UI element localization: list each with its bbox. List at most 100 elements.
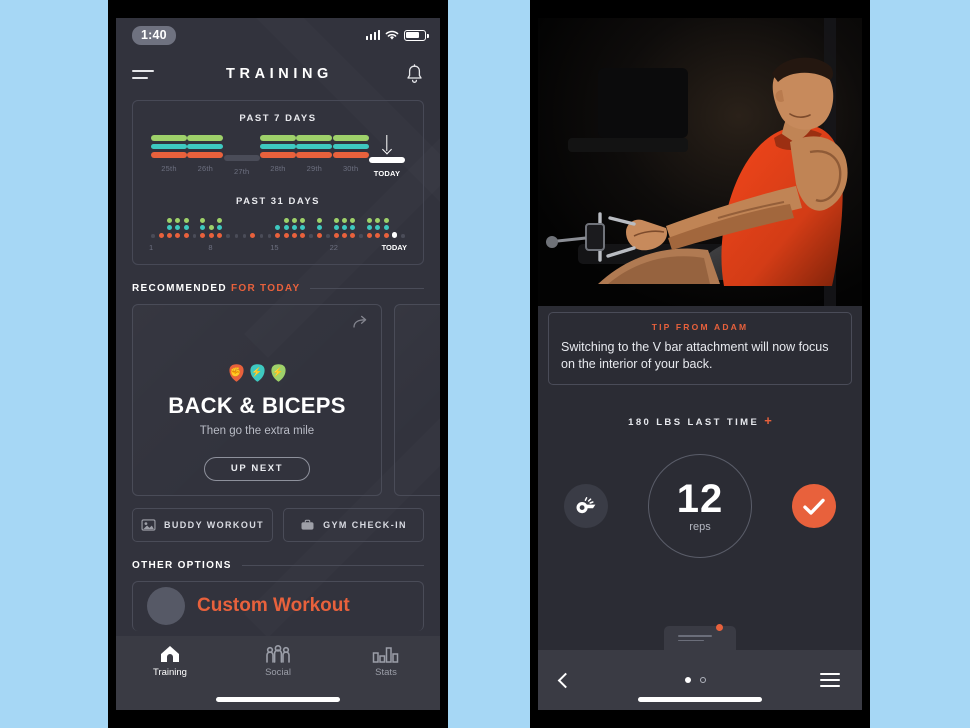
seated-cable-row-illustration [538, 18, 862, 306]
complete-set-button[interactable] [792, 484, 836, 528]
workout-card-next-peek[interactable] [394, 303, 440, 496]
month-day-24[interactable] [341, 217, 349, 238]
hamburger-menu-icon[interactable] [820, 673, 840, 687]
month-day-29[interactable] [382, 217, 390, 238]
hamburger-menu-icon[interactable] [132, 69, 154, 79]
tab-social[interactable]: Social [239, 644, 317, 678]
bar-orange [332, 152, 369, 158]
recommended-section-header: RECOMMENDED FOR TODAY [132, 283, 424, 294]
up-next-button[interactable]: UP NEXT [203, 456, 311, 481]
month-day-1[interactable] [149, 234, 157, 238]
month-day-14[interactable] [257, 234, 265, 238]
dot-teal [367, 225, 373, 230]
rep-controls: 12 reps [548, 454, 852, 558]
month-day-3[interactable] [166, 217, 174, 238]
page-indicator [685, 677, 706, 683]
month-day-11[interactable] [232, 234, 240, 238]
month-day-21[interactable] [316, 217, 324, 238]
whistle-button[interactable] [564, 484, 608, 528]
month-day-10[interactable] [224, 234, 232, 238]
month-day-15[interactable] [266, 234, 274, 238]
week-day-25th[interactable]: 25th [151, 135, 187, 178]
left-screen: 1:40 TRAINING PAST 7 DAYS 25th 26th 27th… [116, 18, 440, 710]
home-icon [161, 646, 179, 662]
month-day-13[interactable] [249, 232, 257, 238]
custom-workout-row[interactable]: Custom Workout [132, 580, 424, 631]
month-day-16[interactable] [274, 225, 282, 238]
rep-count-unit: reps [689, 520, 711, 533]
month-label-15: 15 [270, 242, 279, 252]
month-day-5[interactable] [182, 217, 190, 238]
workout-subtitle: Then go the extra mile [199, 424, 315, 437]
share-arrow-icon[interactable] [352, 315, 369, 329]
month-day-31[interactable] [399, 234, 407, 238]
month-day-8[interactable] [207, 225, 215, 238]
buddy-workout-button[interactable]: BUDDY WORKOUT [132, 507, 273, 542]
workout-card-back-and-biceps[interactable]: ✊ ⚡ ⚡ BACK & BICEPS Then go the extra mile… [132, 303, 382, 496]
home-indicator[interactable] [638, 697, 762, 702]
dot-green [283, 217, 289, 223]
month-day-12[interactable] [241, 234, 249, 238]
recommended-label: RECOMMENDED FOR TODAY [132, 282, 301, 294]
week-day-26th[interactable]: 26th [187, 135, 224, 178]
month-day-25[interactable] [349, 217, 357, 238]
right-screen: TIP FROM ADAM Switching to the V bar att… [538, 18, 862, 710]
dot-orange [342, 232, 348, 238]
add-weight-icon[interactable]: + [764, 413, 772, 428]
week-day-29th[interactable]: 29th [296, 135, 333, 178]
tab-social-label: Social [265, 667, 291, 678]
week-day-label: 27th [233, 166, 250, 176]
home-indicator[interactable] [216, 697, 340, 702]
dot-empty [267, 234, 272, 238]
dot-orange [200, 232, 206, 238]
workout-carousel[interactable]: ✊ ⚡ ⚡ BACK & BICEPS Then go the extra mile… [132, 303, 440, 496]
gym-check-in-button[interactable]: GYM CHECK-IN [283, 507, 424, 542]
dot-empty [259, 234, 264, 238]
month-day-9[interactable] [216, 217, 224, 238]
dot-teal [283, 225, 289, 230]
bar-orange [296, 152, 333, 158]
dot-teal [275, 225, 281, 230]
last-time-weight[interactable]: 180 LBS LAST TIME + [548, 413, 852, 428]
dot-green [383, 217, 389, 223]
month-day-28[interactable] [374, 217, 382, 238]
month-day-17[interactable] [282, 217, 290, 238]
month-day-30[interactable] [391, 232, 399, 238]
week-day-today[interactable]: TODAY [368, 135, 405, 178]
past-7-days-title: PAST 7 DAYS [239, 113, 317, 124]
month-day-19[interactable] [299, 217, 307, 238]
chevron-left-icon[interactable] [557, 672, 574, 688]
rep-counter[interactable]: 12 reps [648, 454, 752, 558]
tab-training[interactable]: Training [131, 644, 209, 678]
month-day-22[interactable] [324, 234, 332, 238]
month-day-4[interactable] [174, 217, 182, 238]
month-day-27[interactable] [366, 217, 374, 238]
tab-stats[interactable]: Stats [347, 644, 425, 678]
bar-teal [187, 143, 224, 149]
month-day-26[interactable] [357, 234, 365, 238]
month-day-6[interactable] [191, 234, 199, 238]
section-divider [310, 287, 424, 289]
page-dot-1[interactable] [685, 677, 691, 683]
tip-card: TIP FROM ADAM Switching to the V bar att… [548, 312, 852, 385]
recommended-accent: FOR TODAY [230, 282, 301, 294]
dot-green [175, 217, 181, 223]
page-dot-2[interactable] [700, 677, 706, 683]
month-day-7[interactable] [199, 217, 207, 238]
week-day-28th[interactable]: 28th [259, 135, 296, 178]
dot-empty [326, 234, 330, 238]
month-day-20[interactable] [307, 234, 315, 238]
notification-bell-icon[interactable] [405, 63, 424, 85]
next-exercise-peek-card[interactable] [664, 624, 736, 650]
avatar [147, 587, 185, 625]
dot-orange [283, 232, 289, 238]
week-day-27th[interactable]: 27th [223, 135, 260, 178]
dot-empty [309, 234, 313, 238]
dot-teal [333, 225, 339, 230]
month-day-18[interactable] [291, 217, 299, 238]
month-day-23[interactable] [332, 217, 340, 238]
bar-green [296, 135, 333, 141]
bar-teal [259, 143, 296, 149]
month-day-2[interactable] [157, 232, 165, 238]
week-day-30th[interactable]: 30th [332, 135, 369, 178]
